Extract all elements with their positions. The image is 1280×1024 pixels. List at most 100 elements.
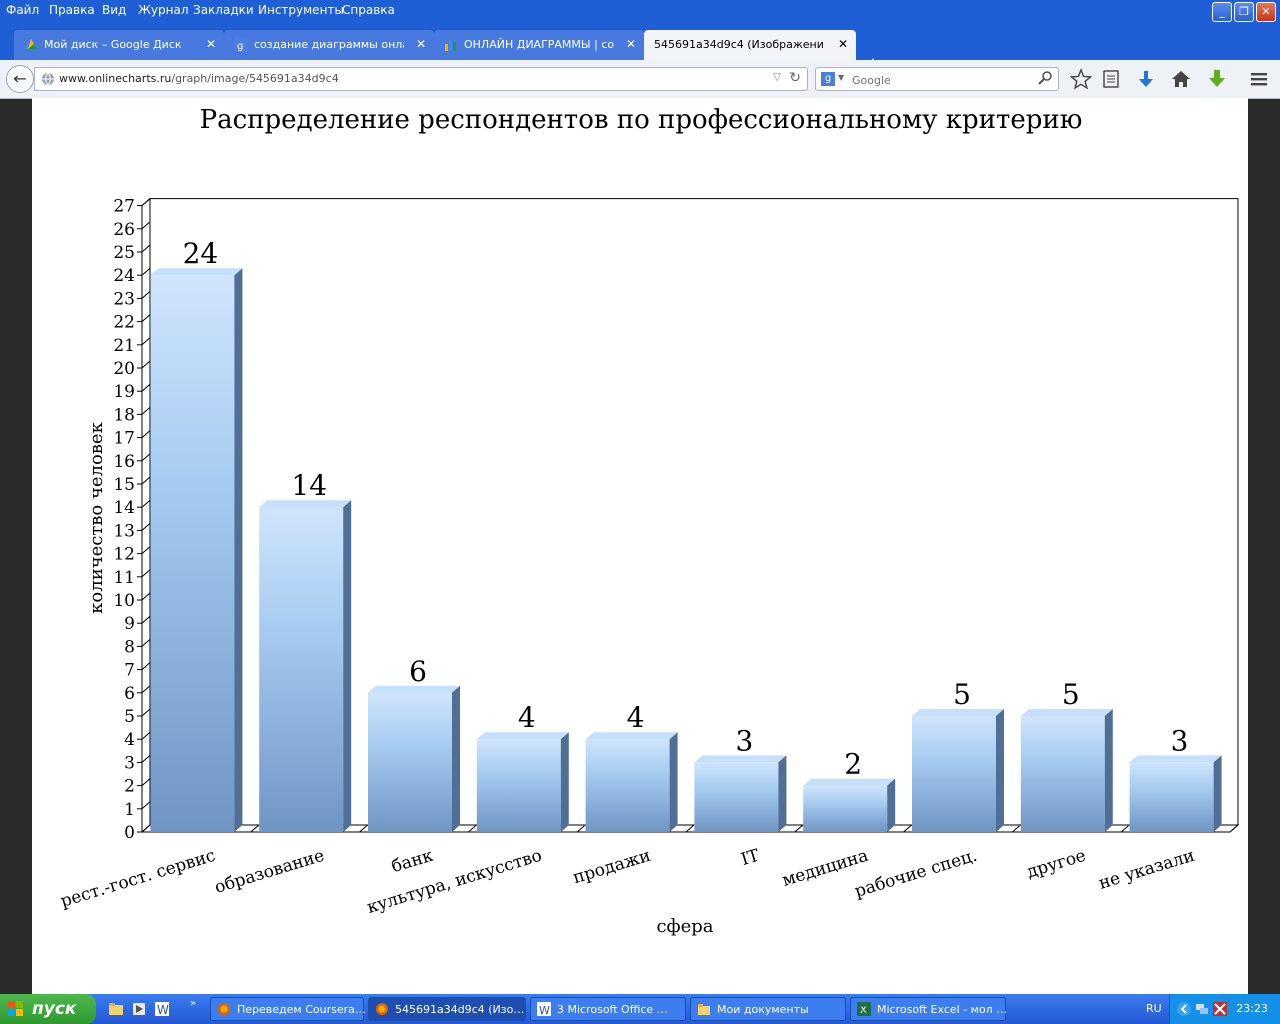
menu-tools[interactable]: Инструменты xyxy=(258,3,344,17)
tab-online-charts[interactable]: ОНЛАЙН ДИАГРАММЫ | соз… ✕ xyxy=(434,30,644,60)
y-tick-depth xyxy=(141,778,151,786)
y-tick-label: 15 xyxy=(113,475,135,495)
taskbar-item[interactable]: Переведем Coursera… xyxy=(210,997,366,1021)
y-tick-label: 25 xyxy=(113,243,135,263)
menu-edit[interactable]: Правка xyxy=(49,3,95,17)
y-tick-label: 22 xyxy=(113,313,135,333)
reload-icon[interactable]: ↻ xyxy=(789,70,801,86)
y-tick-depth xyxy=(141,523,151,531)
chart-icon xyxy=(445,40,456,51)
y-tick-label: 4 xyxy=(124,730,135,750)
tab-google-search[interactable]: g создание диаграммы онлай… ✕ xyxy=(224,30,434,60)
chevron-right-icon[interactable]: » xyxy=(190,998,196,1009)
search-bar[interactable]: g ▼ xyxy=(815,67,1059,91)
url-bar[interactable]: www.onlinecharts.ru/graph/image/545691a3… xyxy=(34,67,808,91)
excel-icon: X xyxy=(857,1002,871,1016)
y-tick-label: 1 xyxy=(124,800,135,820)
maximize-button[interactable]: ❐ xyxy=(1234,2,1254,22)
download-icon[interactable] xyxy=(1135,68,1157,90)
bar-side-face xyxy=(778,755,787,832)
y-tick-label: 18 xyxy=(113,405,135,425)
start-button[interactable]: пуск xyxy=(0,994,96,1024)
chevron-down-icon[interactable]: ▼ xyxy=(838,73,844,82)
taskbar-item[interactable]: X Microsoft Excel - мол … xyxy=(850,997,1007,1021)
bar-value-label: 3 xyxy=(1171,724,1189,757)
tab-google-drive[interactable]: Мой диск – Google Диск ✕ xyxy=(14,30,224,60)
word-icon[interactable]: W xyxy=(154,1001,170,1017)
close-window-button[interactable]: ✕ xyxy=(1256,2,1276,22)
close-tab-icon[interactable]: ✕ xyxy=(626,37,636,51)
tab-title: ОНЛАЙН ДИАГРАММЫ | соз… xyxy=(464,38,614,51)
menu-bookmarks[interactable]: Закладки xyxy=(193,3,254,17)
google-drive-icon xyxy=(25,39,37,49)
bookmark-star-icon[interactable] xyxy=(1070,68,1092,90)
bar-chart: Распределение респондентов по профессион… xyxy=(58,105,1240,937)
chevron-down-icon[interactable]: ▽ xyxy=(773,72,781,83)
bar-side-face xyxy=(996,709,1004,832)
network-icon[interactable] xyxy=(1194,1001,1210,1017)
y-tick-depth xyxy=(141,499,151,508)
x-tick-label: IT xyxy=(739,845,763,870)
minimize-button[interactable]: _ xyxy=(1212,2,1232,22)
menu-help[interactable]: Справка xyxy=(342,3,395,17)
language-indicator[interactable]: RU xyxy=(1146,1002,1162,1015)
back-button[interactable]: ← xyxy=(6,65,34,93)
home-icon[interactable] xyxy=(1170,68,1192,90)
windows-logo-icon xyxy=(8,1001,23,1016)
y-tick-depth xyxy=(141,407,151,415)
bar-side-face xyxy=(343,500,352,832)
globe-icon xyxy=(42,72,54,86)
search-input[interactable] xyxy=(850,71,1034,89)
search-icon[interactable] xyxy=(1038,70,1054,86)
tab-image-active[interactable]: 545691a34d9c4 (Изображение P… ✕ xyxy=(644,30,856,60)
bar-side-face xyxy=(452,685,460,832)
bar-value-label: 5 xyxy=(1062,678,1080,711)
svg-text:W: W xyxy=(539,1004,550,1016)
y-tick-label: 27 xyxy=(113,197,135,217)
url-text: www.onlinecharts.ru/graph/image/545691a3… xyxy=(59,72,339,85)
close-tab-icon[interactable]: ✕ xyxy=(838,37,848,51)
y-tick-label: 19 xyxy=(113,382,135,402)
taskbar-item-label: 545691a34d9c4 (Изо… xyxy=(395,1003,525,1016)
hamburger-menu-icon[interactable] xyxy=(1248,68,1270,90)
taskbar-item[interactable]: Мои документы xyxy=(690,997,846,1021)
close-tab-icon[interactable]: ✕ xyxy=(206,37,216,51)
bar-value-label: 14 xyxy=(291,469,327,502)
bar xyxy=(150,275,235,832)
download-addon-icon[interactable] xyxy=(1206,68,1228,90)
menu-file[interactable]: Файл xyxy=(6,3,39,17)
menu-view[interactable]: Вид xyxy=(102,3,126,17)
chevron-left-icon[interactable] xyxy=(1176,1001,1192,1017)
tab-title: Мой диск – Google Диск xyxy=(44,38,182,51)
menu-history[interactable]: Журнал xyxy=(138,3,189,17)
bar xyxy=(803,785,888,832)
y-tick-label: 24 xyxy=(113,266,135,286)
y-tick-depth xyxy=(141,639,151,647)
y-tick-label: 0 xyxy=(124,823,135,843)
window-controls: _ ❐ ✕ xyxy=(1212,2,1276,22)
y-tick-depth xyxy=(141,267,151,276)
svg-text:W: W xyxy=(157,1003,169,1017)
bar xyxy=(1129,762,1214,832)
security-alert-icon[interactable] xyxy=(1212,1001,1228,1017)
y-tick-depth xyxy=(141,198,151,206)
taskbar-item-label: 3 Microsoft Office … xyxy=(557,1003,668,1016)
bar-value-label: 4 xyxy=(627,701,645,734)
x-tick-label: рест.-гост. сервис xyxy=(58,846,218,912)
bookmarks-menu-icon[interactable] xyxy=(1100,68,1122,90)
taskbar-item[interactable]: 545691a34d9c4 (Изо… xyxy=(368,997,526,1021)
y-tick-depth xyxy=(141,546,151,554)
folder-icon[interactable] xyxy=(108,1001,124,1017)
bar xyxy=(368,692,452,832)
x-tick-label: не указали xyxy=(1096,846,1197,894)
y-tick-depth xyxy=(141,662,151,670)
taskbar-item[interactable]: W 3 Microsoft Office … xyxy=(530,997,686,1021)
bar xyxy=(476,739,561,832)
close-tab-icon[interactable]: ✕ xyxy=(416,37,426,51)
y-axis-label: количество человек xyxy=(86,421,107,613)
y-tick-label: 20 xyxy=(113,359,135,379)
google-search-engine-icon[interactable]: g xyxy=(821,72,835,86)
y-tick-depth xyxy=(141,430,151,438)
url-path: /graph/image/545691a34d9c4 xyxy=(171,72,339,85)
media-icon[interactable] xyxy=(131,1001,147,1017)
